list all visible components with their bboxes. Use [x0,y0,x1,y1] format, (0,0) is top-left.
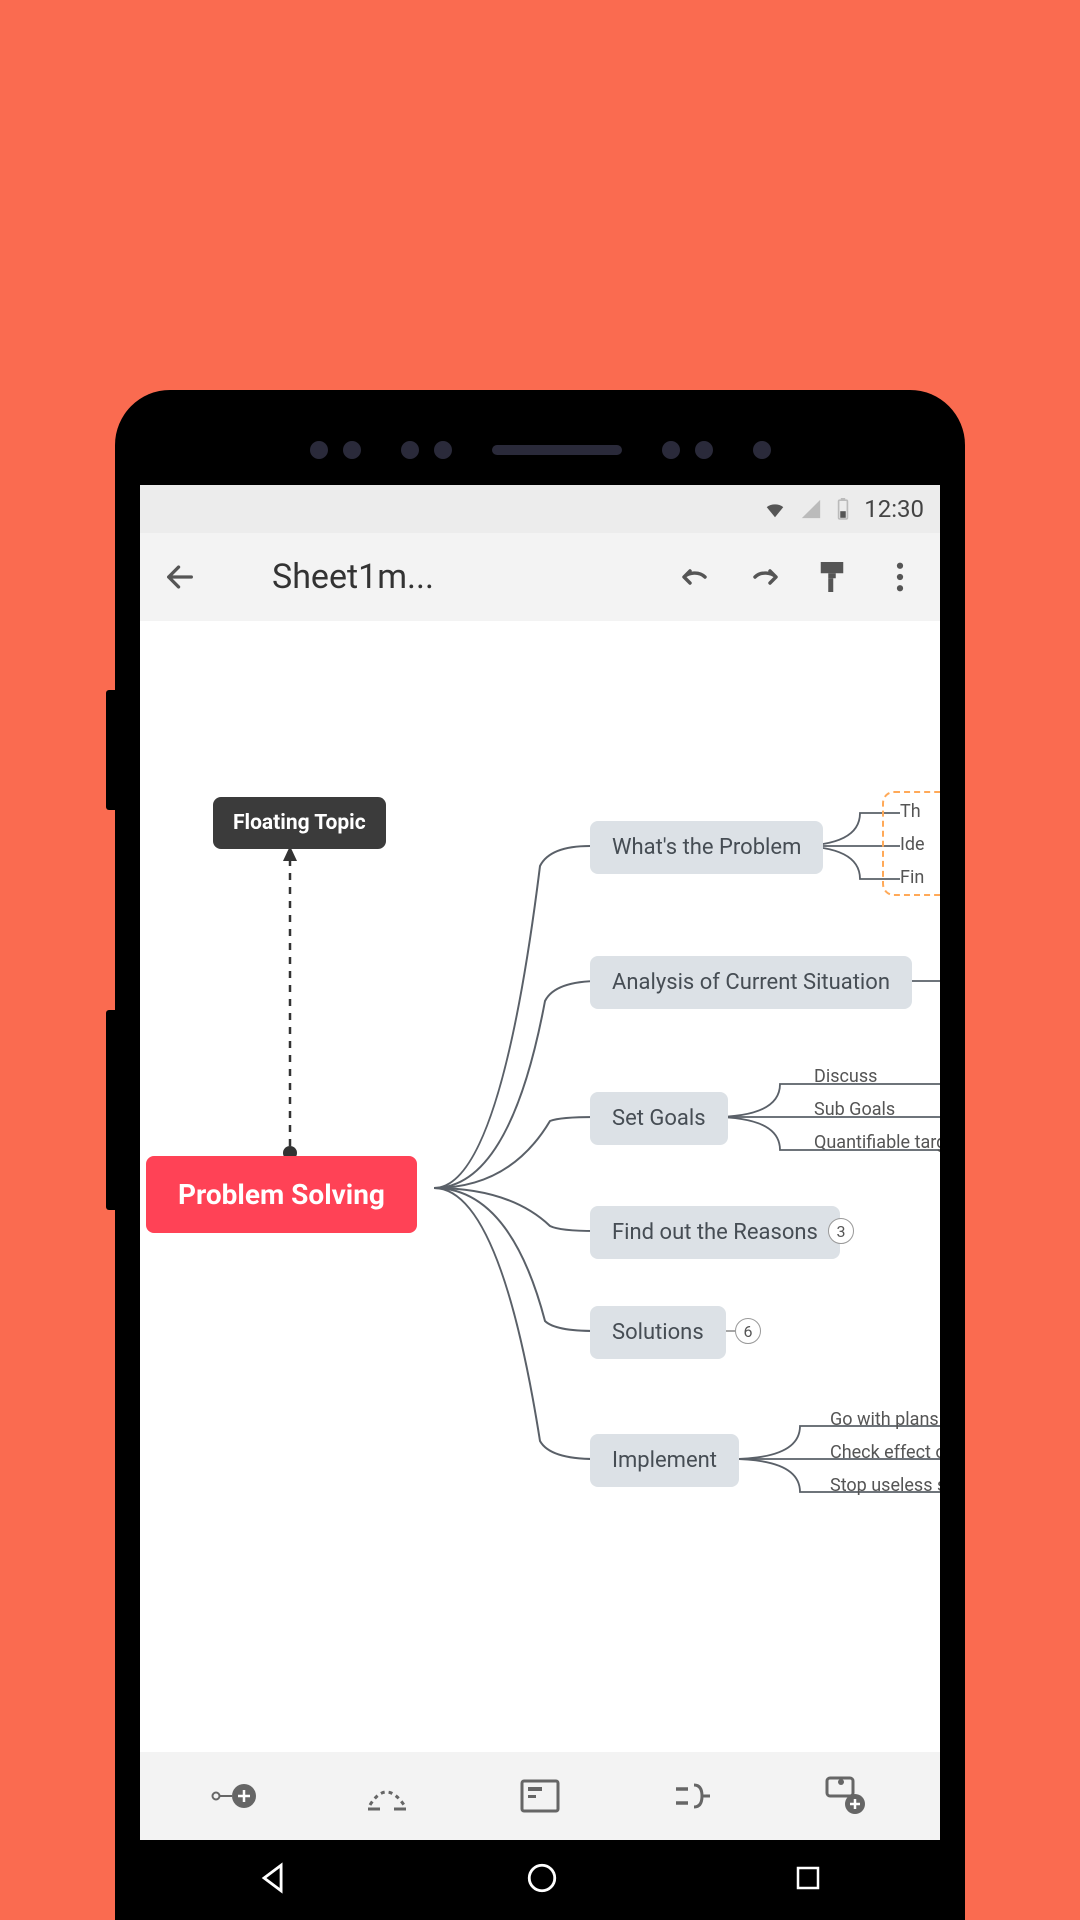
collapse-count-badge[interactable]: 3 [828,1218,854,1244]
nav-back-button[interactable] [257,1861,291,1899]
sub-item[interactable]: Stop useless so [830,1475,940,1496]
battery-icon [836,498,850,520]
branch-node-reasons[interactable]: Find out the Reasons [590,1206,840,1259]
floating-topic-node[interactable]: Floating Topic [213,797,386,849]
sub-item[interactable]: Fin [900,867,924,888]
undo-button[interactable] [674,555,718,599]
branch-node-solutions[interactable]: Solutions [590,1306,726,1359]
sub-item[interactable]: Discuss [814,1066,877,1087]
status-time: 12:30 [864,495,924,523]
android-nav-bar [140,1840,940,1920]
add-note-button[interactable] [512,1772,568,1820]
redo-button[interactable] [742,555,786,599]
add-floating-button[interactable] [818,1772,874,1820]
add-summary-button[interactable] [665,1772,721,1820]
device-screen: 12:30 Sheet1m... [140,485,940,1920]
sub-item[interactable]: Check effect of [830,1442,940,1463]
more-button[interactable] [878,555,922,599]
branch-node-problem[interactable]: What's the Problem [590,821,823,874]
sub-item[interactable]: Quantifiable targe [814,1132,940,1153]
add-subtopic-button[interactable] [206,1772,262,1820]
branch-node-implement[interactable]: Implement [590,1434,739,1487]
nav-recent-button[interactable] [793,1863,823,1897]
cellular-icon [800,498,822,520]
wifi-icon [764,498,786,520]
branch-node-setgoals[interactable]: Set Goals [590,1092,728,1145]
app-toolbar: Sheet1m... [140,533,940,621]
phone-frame: 12:30 Sheet1m... [115,390,965,1920]
back-button[interactable] [158,555,202,599]
sub-item[interactable]: Ide [900,834,925,855]
sheet-title: Sheet1m... [272,557,650,597]
sub-item[interactable]: Go with plans [830,1409,939,1430]
bottom-toolbar [140,1752,940,1840]
branch-node-analysis[interactable]: Analysis of Current Situation [590,956,912,1009]
status-bar: 12:30 [140,485,940,533]
center-topic-node[interactable]: Problem Solving [146,1156,417,1233]
add-relationship-button[interactable] [359,1772,415,1820]
sub-item[interactable]: Sub Goals [814,1099,895,1120]
format-button[interactable] [810,555,854,599]
sub-item[interactable]: Th [900,801,921,822]
mindmap-canvas[interactable]: Floating Topic Problem Solving What's th… [140,621,940,1752]
nav-home-button[interactable] [525,1861,559,1899]
collapse-count-badge[interactable]: 6 [735,1318,761,1344]
